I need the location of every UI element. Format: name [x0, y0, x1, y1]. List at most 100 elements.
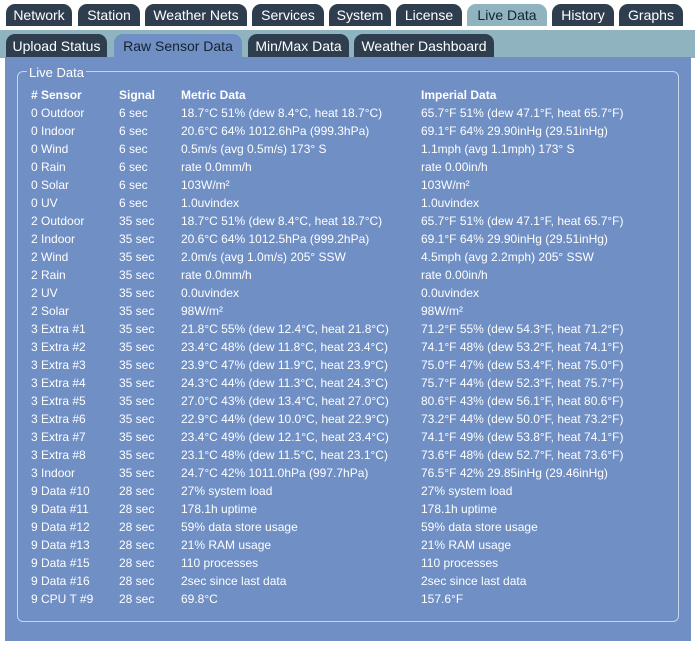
- imperial-cell: 65.7°F 51% (dew 47.1°F, heat 65.7°F): [421, 214, 624, 228]
- metric-cell: 18.7°C 51% (dew 8.4°C, heat 18.7°C): [181, 214, 383, 228]
- tab-history[interactable]: History: [552, 4, 614, 26]
- metric-cell: 69.8°C: [181, 592, 218, 606]
- table-row: 3 Extra #2 35 sec 23.4°C 48% (dew 11.8°C, …: [5, 338, 691, 356]
- sensor-cell: 9 Data #15: [31, 556, 90, 570]
- sensor-cell: 0 Wind: [31, 142, 69, 156]
- metric-cell: 2sec since last data: [181, 574, 287, 588]
- signal-cell: 35 sec: [119, 448, 155, 462]
- sensor-cell: 9 Data #12: [31, 520, 90, 534]
- tab-station[interactable]: Station: [78, 4, 140, 26]
- tab-weather-nets[interactable]: Weather Nets: [145, 4, 247, 26]
- signal-cell: 35 sec: [119, 214, 155, 228]
- signal-cell: 35 sec: [119, 250, 155, 264]
- signal-cell: 35 sec: [119, 412, 155, 426]
- signal-cell: 35 sec: [119, 232, 155, 246]
- metric-cell: 27% system load: [181, 484, 273, 498]
- table-row: 2 Rain 35 sec rate 0.0mm/h rate 0.00in/h: [5, 266, 691, 284]
- table-header: # Sensor Signal Metric Data Imperial Dat…: [5, 86, 691, 104]
- sensor-cell: 2 Indoor: [31, 232, 76, 246]
- sensor-cell: 3 Extra #6: [31, 412, 86, 426]
- signal-cell: 6 sec: [119, 196, 148, 210]
- imperial-cell: 69.1°F 64% 29.90inHg (29.51inHg): [421, 124, 608, 138]
- tab-license[interactable]: License: [396, 4, 462, 26]
- sensor-cell: 0 UV: [31, 196, 58, 210]
- metric-cell: 2.0m/s (avg 1.0m/s) 205° SSW: [181, 250, 346, 264]
- sensor-cell: 3 Extra #1: [31, 322, 86, 336]
- sensor-cell: 9 Data #16: [31, 574, 90, 588]
- table-row: 3 Indoor 35 sec 24.7°C 42% 1011.0hPa (997.…: [5, 464, 691, 482]
- tab-min-max-data[interactable]: Min/Max Data: [248, 34, 349, 58]
- table-row: 3 Extra #1 35 sec 21.8°C 55% (dew 12.4°C, …: [5, 320, 691, 338]
- tab-system[interactable]: System: [329, 4, 391, 26]
- imperial-cell: 27% system load: [421, 484, 513, 498]
- imperial-cell: rate 0.00in/h: [421, 160, 488, 174]
- tab-services[interactable]: Services: [252, 4, 324, 26]
- header-metric: Metric Data: [181, 88, 246, 102]
- sensor-cell: 3 Extra #4: [31, 376, 86, 390]
- signal-cell: 6 sec: [119, 106, 148, 120]
- signal-cell: 35 sec: [119, 286, 155, 300]
- metric-cell: 21% RAM usage: [181, 538, 272, 552]
- signal-cell: 28 sec: [119, 484, 155, 498]
- table-row: 0 Outdoor 6 sec 18.7°C 51% (dew 8.4°C, hea…: [5, 104, 691, 122]
- imperial-cell: 178.1h uptime: [421, 502, 498, 516]
- signal-cell: 28 sec: [119, 538, 155, 552]
- sensor-cell: 3 Extra #8: [31, 448, 86, 462]
- table-row: 0 Rain 6 sec rate 0.0mm/h rate 0.00in/h: [5, 158, 691, 176]
- sensor-cell: 3 Extra #2: [31, 340, 86, 354]
- tab-live-data[interactable]: Live Data: [467, 4, 547, 26]
- signal-cell: 35 sec: [119, 376, 155, 390]
- tab-network[interactable]: Network: [6, 4, 72, 26]
- header-sensor: # Sensor: [31, 88, 82, 102]
- table-row: 9 CPU T #9 28 sec 69.8°C 157.6°F: [5, 590, 691, 608]
- sensor-cell: 0 Rain: [31, 160, 66, 174]
- header-signal: Signal: [119, 88, 156, 102]
- imperial-cell: 98W/m²: [421, 304, 463, 318]
- imperial-cell: 69.1°F 64% 29.90inHg (29.51inHg): [421, 232, 608, 246]
- sensor-cell: 3 Extra #5: [31, 394, 86, 408]
- sensor-cell: 9 CPU T #9: [31, 592, 94, 606]
- sensor-cell: 3 Indoor: [31, 466, 76, 480]
- sensor-cell: 2 Wind: [31, 250, 69, 264]
- metric-cell: 59% data store usage: [181, 520, 298, 534]
- metric-cell: rate 0.0mm/h: [181, 268, 252, 282]
- table-row: 9 Data #15 28 sec 110 processes 110 process…: [5, 554, 691, 572]
- tab-weather-dashboard[interactable]: Weather Dashboard: [354, 34, 494, 58]
- signal-cell: 35 sec: [119, 322, 155, 336]
- metric-cell: 27.0°C 43% (dew 13.4°C, heat 27.0°C): [181, 394, 389, 408]
- sensor-cell: 2 UV: [31, 286, 58, 300]
- table-row: 3 Extra #3 35 sec 23.9°C 47% (dew 11.9°C, …: [5, 356, 691, 374]
- table-row: 0 Indoor 6 sec 20.6°C 64% 1012.6hPa (999.3…: [5, 122, 691, 140]
- imperial-cell: 65.7°F 51% (dew 47.1°F, heat 65.7°F): [421, 106, 624, 120]
- table-row: 2 Solar 35 sec 98W/m² 98W/m²: [5, 302, 691, 320]
- metric-cell: 21.8°C 55% (dew 12.4°C, heat 21.8°C): [181, 322, 389, 336]
- signal-cell: 6 sec: [119, 142, 148, 156]
- signal-cell: 28 sec: [119, 520, 155, 534]
- imperial-cell: 73.6°F 48% (dew 52.7°F, heat 73.6°F): [421, 448, 624, 462]
- table-row: 9 Data #12 28 sec 59% data store usage 59% …: [5, 518, 691, 536]
- tab-raw-sensor-data[interactable]: Raw Sensor Data: [114, 34, 242, 58]
- tab-upload-status[interactable]: Upload Status: [6, 34, 107, 58]
- tab-graphs[interactable]: Graphs: [619, 4, 683, 26]
- metric-cell: 1.0uvindex: [181, 196, 240, 210]
- imperial-cell: 71.2°F 55% (dew 54.3°F, heat 71.2°F): [421, 322, 624, 336]
- signal-cell: 6 sec: [119, 124, 148, 138]
- imperial-cell: 75.0°F 47% (dew 53.4°F, heat 75.0°F): [421, 358, 624, 372]
- metric-cell: 103W/m²: [181, 178, 230, 192]
- signal-cell: 35 sec: [119, 340, 155, 354]
- imperial-cell: rate 0.00in/h: [421, 268, 488, 282]
- metric-cell: rate 0.0mm/h: [181, 160, 252, 174]
- signal-cell: 6 sec: [119, 160, 148, 174]
- table-row: 9 Data #16 28 sec 2sec since last data 2sec…: [5, 572, 691, 590]
- metric-cell: 20.6°C 64% 1012.5hPa (999.2hPa): [181, 232, 370, 246]
- table-row: 3 Extra #4 35 sec 24.3°C 44% (dew 11.3°C, …: [5, 374, 691, 392]
- imperial-cell: 110 processes: [421, 556, 499, 570]
- sensor-cell: 9 Data #10: [31, 484, 90, 498]
- imperial-cell: 157.6°F: [421, 592, 464, 606]
- sensor-cell: 0 Solar: [31, 178, 70, 192]
- imperial-cell: 73.2°F 44% (dew 50.0°F, heat 73.2°F): [421, 412, 624, 426]
- table-row: 9 Data #13 28 sec 21% RAM usage 21% RAM usa…: [5, 536, 691, 554]
- imperial-cell: 80.6°F 43% (dew 56.1°F, heat 80.6°F): [421, 394, 624, 408]
- fieldset-legend: Live Data: [27, 65, 86, 80]
- imperial-cell: 76.5°F 42% 29.85inHg (29.46inHg): [421, 466, 608, 480]
